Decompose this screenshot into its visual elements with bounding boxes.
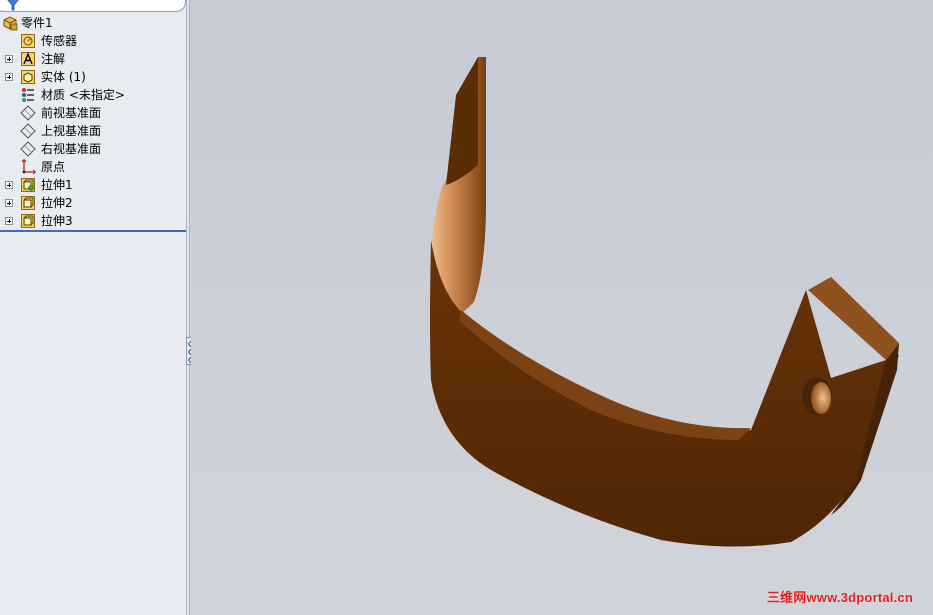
tree-item-label: 注解 <box>41 52 66 66</box>
tree-item-right-plane[interactable]: 右视基准面 <box>0 140 186 158</box>
expand-plus-icon[interactable] <box>5 55 13 63</box>
model-left-prong <box>446 57 478 185</box>
tree-item-origin[interactable]: 原点 <box>0 158 186 176</box>
tree-item-label: 右视基准面 <box>41 142 102 156</box>
tree-item-annotations[interactable]: 注解 <box>0 50 186 68</box>
feature-manager-tree: 零件1 传感器 注解 实体 (1) 材质 <未指定> 前视基准面 上视基准面 右… <box>0 0 187 615</box>
tree-filter-bar[interactable] <box>0 0 186 12</box>
expand-plus-icon[interactable] <box>5 73 13 81</box>
tree-item-label: 上视基准面 <box>41 124 102 138</box>
tree-item-material[interactable]: 材质 <未指定> <box>0 86 186 104</box>
part-model-3d[interactable] <box>191 0 933 615</box>
extrude-icon <box>21 178 35 192</box>
tree-item-label: 前视基准面 <box>41 106 102 120</box>
tree-filter-box[interactable] <box>0 0 186 12</box>
tree-item-extrude2[interactable]: 拉伸2 <box>0 194 186 212</box>
sensor-icon <box>21 34 35 48</box>
tree-item-label: 拉伸3 <box>41 214 73 228</box>
origin-icon <box>21 159 36 175</box>
plane-icon <box>20 105 36 121</box>
tree-item-front-plane[interactable]: 前视基准面 <box>0 104 186 122</box>
expand-plus-icon[interactable] <box>5 181 13 189</box>
tree-item-label: 实体 (1) <box>41 70 86 84</box>
filter-icon[interactable] <box>6 0 20 11</box>
tree-item-extrude1[interactable]: 拉伸1 <box>0 176 186 194</box>
tree-item-top-plane[interactable]: 上视基准面 <box>0 122 186 140</box>
tree-item-label: 原点 <box>41 160 66 174</box>
part-icon <box>3 16 18 31</box>
graphics-viewport[interactable] <box>191 0 933 615</box>
tree-item-label: 拉伸1 <box>41 178 73 192</box>
tree-item-label: 拉伸2 <box>41 196 73 210</box>
plane-icon <box>20 141 36 157</box>
material-icon <box>22 88 34 102</box>
extrude-icon <box>21 196 35 210</box>
tree-root-label: 零件1 <box>21 16 53 30</box>
annotation-icon <box>21 52 35 66</box>
plane-icon <box>20 123 36 139</box>
tree-item-label: 材质 <未指定> <box>41 88 125 102</box>
extrude-icon <box>21 214 35 228</box>
expand-plus-icon[interactable] <box>5 199 13 207</box>
tree-item-extrude3[interactable]: 拉伸3 <box>0 212 186 230</box>
tree-rollback-bar[interactable] <box>0 230 186 232</box>
solid-body-icon <box>21 70 35 84</box>
model-hole-inner-surface <box>811 382 831 414</box>
watermark-text: 三维网www.3dportal.cn <box>766 590 913 605</box>
tree-item-label: 传感器 <box>41 34 78 48</box>
tree-item-part-root[interactable]: 零件1 <box>0 14 186 32</box>
panel-splitter[interactable] <box>186 0 190 615</box>
tree-item-solid-bodies[interactable]: 实体 (1) <box>0 68 186 86</box>
tree-item-sensors[interactable]: 传感器 <box>0 32 186 50</box>
expand-plus-icon[interactable] <box>5 217 13 225</box>
